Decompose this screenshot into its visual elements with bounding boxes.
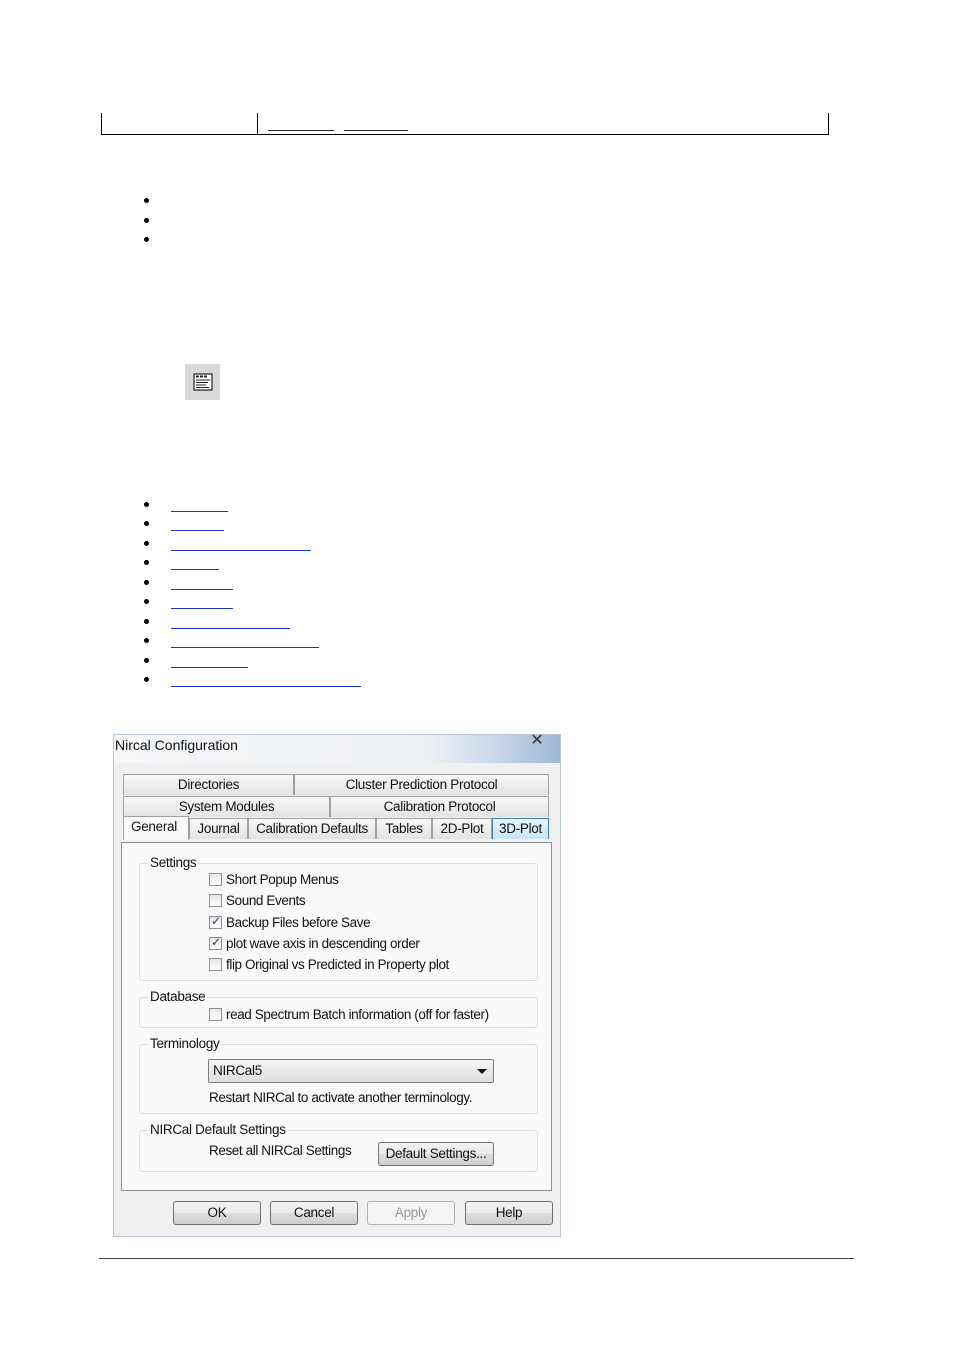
terminology-group-label: Terminology bbox=[148, 1036, 222, 1051]
link-underline[interactable] bbox=[171, 608, 233, 609]
tab-system-modules[interactable]: System Modules bbox=[123, 796, 330, 817]
nircal-configuration-dialog: Nircal Configuration ✕ Directories Clust… bbox=[113, 732, 561, 1237]
list-bullet bbox=[144, 580, 149, 585]
default-settings-button[interactable]: Default Settings... bbox=[378, 1142, 494, 1166]
backup-files-checkbox[interactable]: Backup Files before Save bbox=[209, 913, 371, 931]
dialog-titlebar[interactable]: Nircal Configuration ✕ bbox=[114, 732, 560, 763]
link-underline[interactable] bbox=[171, 530, 224, 531]
list-bullet bbox=[144, 560, 149, 565]
tab-3d-plot[interactable]: 3D-Plot bbox=[492, 818, 549, 839]
checkbox-label: plot wave axis in descending order bbox=[226, 935, 420, 951]
list-bullet bbox=[144, 502, 149, 507]
list-bullet bbox=[144, 599, 149, 604]
help-button[interactable]: Help bbox=[465, 1201, 553, 1225]
checkbox-box[interactable] bbox=[209, 872, 222, 886]
link-underline[interactable] bbox=[171, 628, 290, 629]
tab-tables[interactable]: Tables bbox=[376, 818, 432, 839]
table-link-underline[interactable] bbox=[268, 130, 334, 131]
short-popup-menus-checkbox[interactable]: Short Popup Menus bbox=[209, 870, 339, 888]
link-underline[interactable] bbox=[171, 550, 311, 551]
checkbox-label: flip Original vs Predicted in Property p… bbox=[226, 956, 449, 972]
ok-button[interactable]: OK bbox=[173, 1201, 261, 1225]
checkbox-box[interactable] bbox=[209, 935, 222, 950]
link-underline[interactable] bbox=[171, 569, 219, 570]
link-underline[interactable] bbox=[171, 589, 233, 590]
apply-button[interactable]: Apply bbox=[367, 1201, 455, 1225]
list-bullet bbox=[144, 237, 149, 242]
settings-group-label: Settings bbox=[148, 855, 199, 870]
checkbox-box[interactable] bbox=[209, 893, 222, 907]
tab-calibration-defaults[interactable]: Calibration Defaults bbox=[248, 818, 376, 839]
tab-directories[interactable]: Directories bbox=[123, 774, 294, 795]
checkbox-box[interactable] bbox=[209, 957, 222, 971]
terminology-note: Restart NIRCal to activate another termi… bbox=[209, 1090, 473, 1105]
tab-calibration-protocol[interactable]: Calibration Protocol bbox=[330, 796, 549, 817]
list-bullet bbox=[144, 677, 149, 682]
database-group-label: Database bbox=[148, 989, 208, 1004]
link-underline[interactable] bbox=[171, 686, 361, 687]
terminology-select-value: NIRCal5 bbox=[213, 1063, 262, 1078]
sound-events-checkbox[interactable]: Sound Events bbox=[209, 891, 306, 909]
terminology-select[interactable]: NIRCal5 bbox=[208, 1059, 494, 1083]
cancel-button[interactable]: Cancel bbox=[270, 1201, 358, 1225]
checkbox-label: Short Popup Menus bbox=[226, 871, 339, 887]
dialog-title: Nircal Configuration bbox=[115, 737, 238, 753]
table-column-divider bbox=[257, 113, 258, 134]
footer-divider bbox=[99, 1258, 854, 1259]
descending-wave-axis-checkbox[interactable]: plot wave axis in descending order bbox=[209, 934, 420, 952]
read-spectrum-batch-checkbox[interactable]: read Spectrum Batch information (off for… bbox=[209, 1005, 489, 1023]
link-underline[interactable] bbox=[171, 511, 228, 512]
checkbox-label: Sound Events bbox=[226, 892, 306, 908]
default-settings-group-label: NIRCal Default Settings bbox=[148, 1122, 288, 1137]
link-underline[interactable] bbox=[171, 647, 319, 648]
configuration-icon[interactable] bbox=[185, 364, 220, 400]
tab-cluster-prediction-protocol[interactable]: Cluster Prediction Protocol bbox=[294, 774, 549, 795]
close-icon[interactable]: ✕ bbox=[522, 732, 552, 752]
chevron-down-icon[interactable] bbox=[477, 1069, 487, 1074]
tab-general[interactable]: General bbox=[123, 816, 189, 840]
list-bullet bbox=[144, 541, 149, 546]
list-bullet bbox=[144, 658, 149, 663]
checkbox-box[interactable] bbox=[209, 914, 222, 929]
list-bullet bbox=[144, 198, 149, 203]
list-bullet bbox=[144, 619, 149, 624]
configuration-icon-glyph bbox=[192, 373, 213, 391]
checkbox-label: read Spectrum Batch information (off for… bbox=[226, 1006, 489, 1022]
checkbox-label: Backup Files before Save bbox=[226, 914, 371, 930]
link-underline[interactable] bbox=[171, 667, 248, 668]
table-link-underline[interactable] bbox=[344, 130, 408, 131]
table-fragment bbox=[101, 113, 829, 135]
tab-2d-plot[interactable]: 2D-Plot bbox=[432, 818, 492, 839]
checkbox-box[interactable] bbox=[209, 1007, 222, 1021]
general-tab-panel: Settings Short Popup Menus Sound Events … bbox=[121, 842, 552, 1191]
tab-journal[interactable]: Journal bbox=[189, 818, 248, 839]
reset-settings-text: Reset all NIRCal Settings bbox=[209, 1143, 352, 1158]
list-bullet bbox=[144, 638, 149, 643]
list-bullet bbox=[144, 218, 149, 223]
flip-original-predicted-checkbox[interactable]: flip Original vs Predicted in Property p… bbox=[209, 955, 449, 973]
list-bullet bbox=[144, 521, 149, 526]
